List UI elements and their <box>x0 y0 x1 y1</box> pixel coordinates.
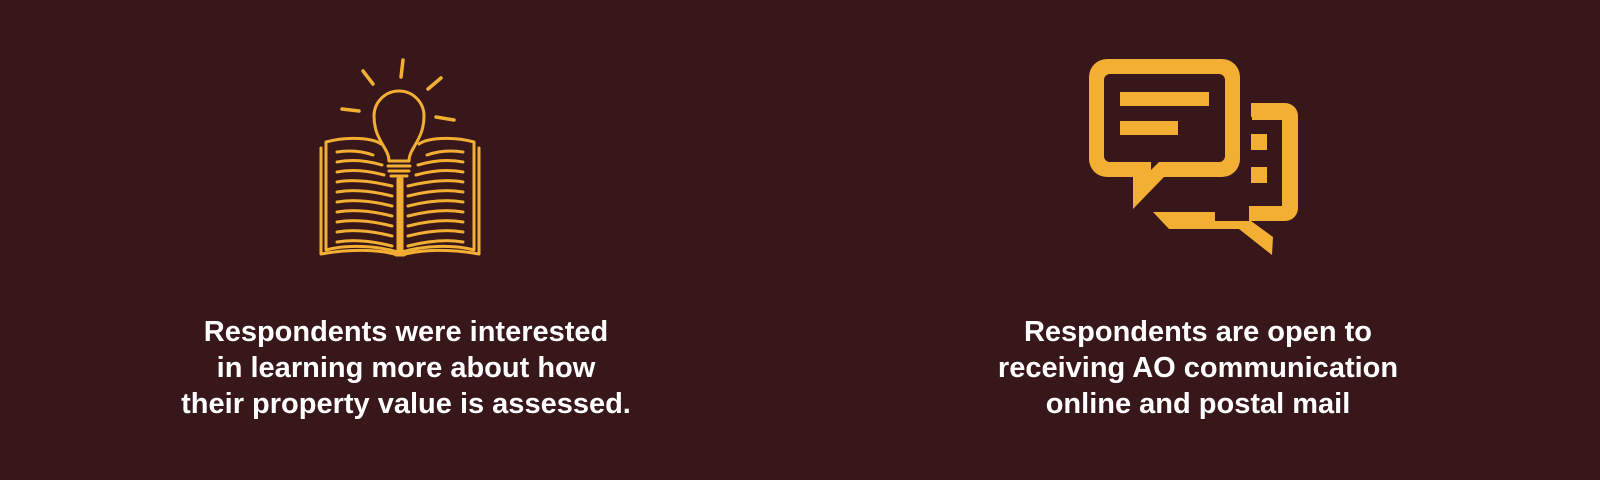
caption-line: their property value is assessed. <box>181 388 631 420</box>
caption-line: online and postal mail <box>1045 388 1351 420</box>
book-lightbulb-icon <box>319 58 481 257</box>
caption-line: receiving AO communication <box>997 352 1399 384</box>
caption-line: Respondents are open to <box>1023 316 1373 348</box>
caption-line: in learning more about how <box>216 352 596 384</box>
communication-preference-caption: Respondents are open to receiving AO com… <box>888 314 1508 422</box>
communication-preference-panel: Respondents are open to receiving AO com… <box>800 0 1600 480</box>
assessment-interest-caption: Respondents were interested in learning … <box>96 314 716 422</box>
caption-line: Respondents were interested <box>203 316 609 348</box>
chat-bubbles-icon <box>1089 59 1298 255</box>
assessment-interest-panel: Respondents were interested in learning … <box>0 0 800 480</box>
